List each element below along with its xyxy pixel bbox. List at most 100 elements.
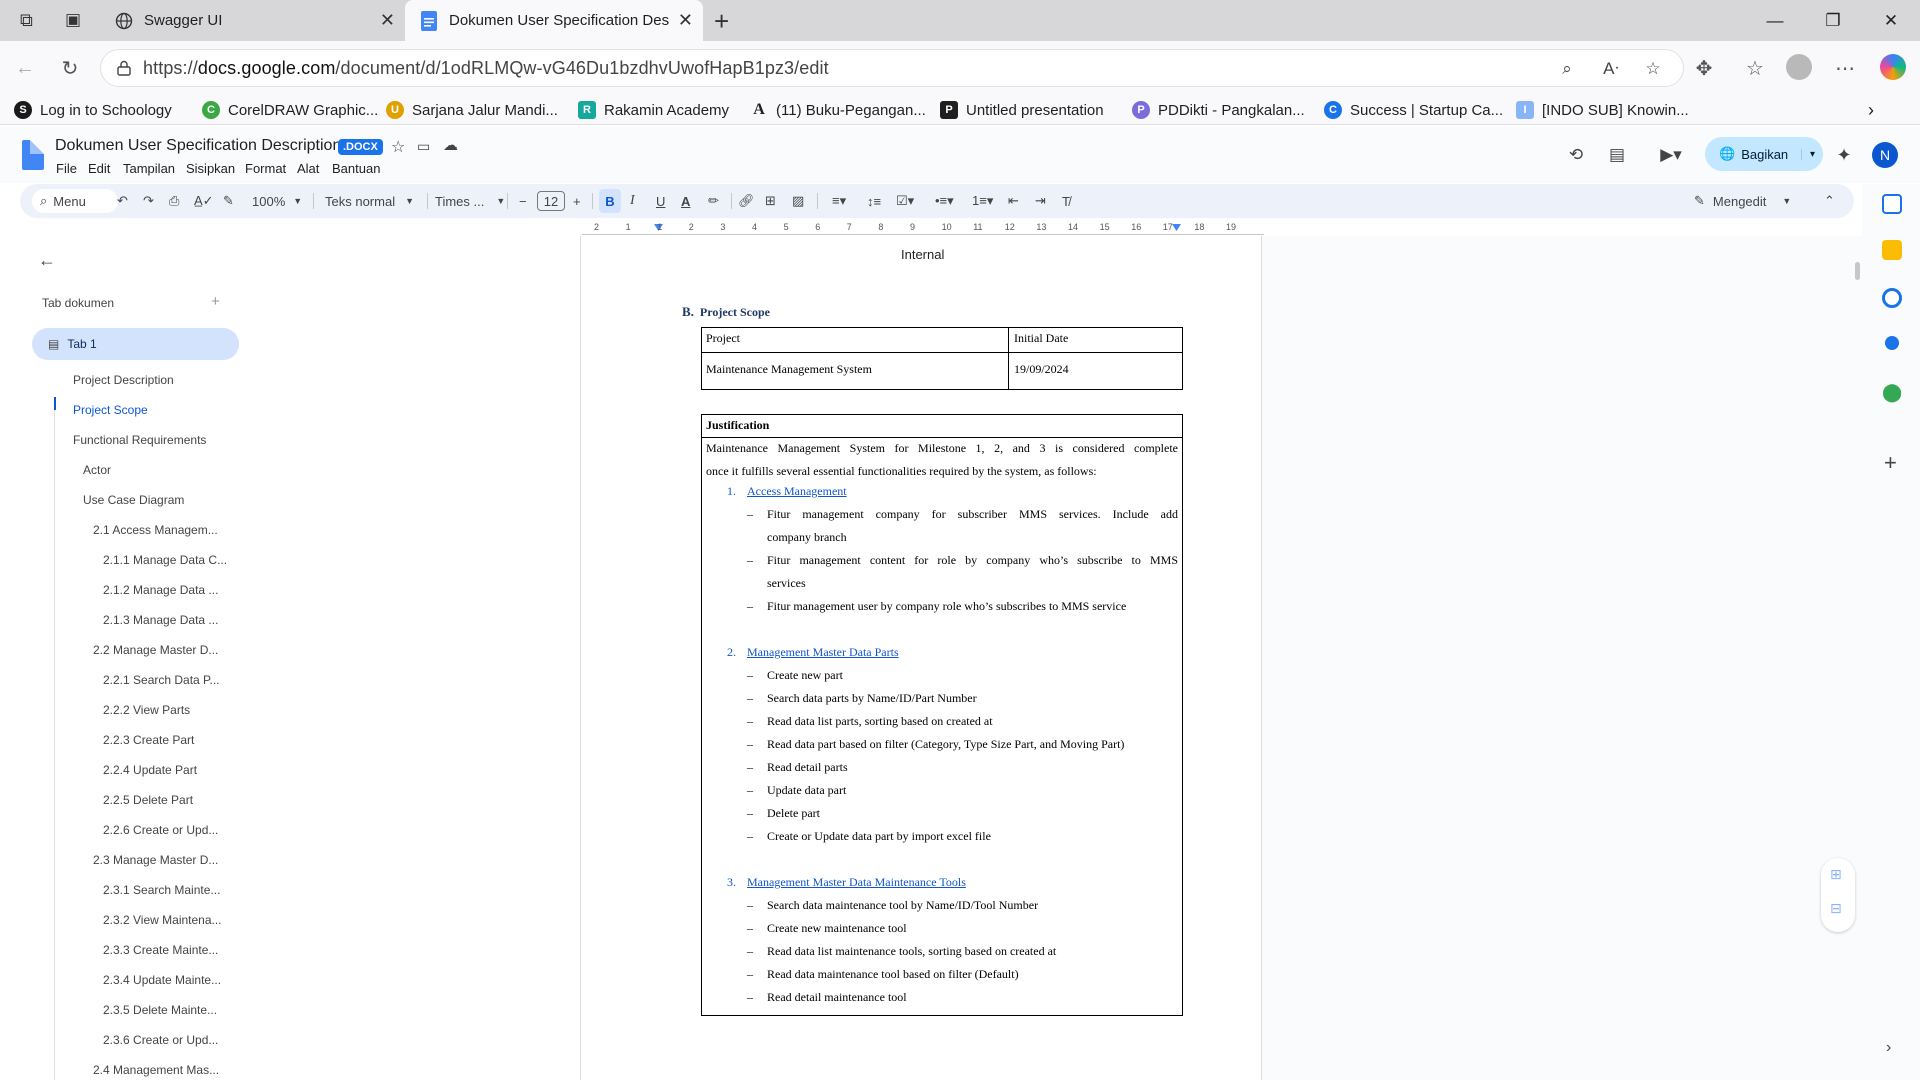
outline-item[interactable]: 2.4 Management Mas... bbox=[93, 1063, 219, 1077]
outline-item[interactable]: 2.2.6 Create or Upd... bbox=[103, 823, 218, 837]
new-tab-icon[interactable]: + bbox=[714, 6, 729, 37]
calendar-icon[interactable] bbox=[1882, 194, 1902, 214]
increase-indent-icon[interactable]: ⇥ bbox=[1035, 184, 1046, 218]
tasks-icon[interactable] bbox=[1882, 288, 1902, 308]
outline-item[interactable]: 2.2.2 View Parts bbox=[103, 703, 190, 717]
numbered-list-icon[interactable]: 1≡▾ bbox=[972, 184, 993, 218]
section-link[interactable]: Management Master Data Parts bbox=[747, 645, 899, 660]
zoom-select[interactable]: 100% ▼ bbox=[252, 184, 302, 218]
decrease-font-size-icon[interactable]: − bbox=[519, 184, 527, 218]
outline-item[interactable]: 2.1 Access Managem... bbox=[93, 523, 218, 537]
menu-view[interactable]: Tampilan bbox=[123, 161, 175, 176]
meet-icon[interactable]: ▶▾ bbox=[1651, 144, 1691, 166]
bookmark-item[interactable]: R Rakamin Academy bbox=[578, 98, 729, 122]
contacts-icon[interactable] bbox=[1885, 336, 1899, 350]
outline-item[interactable]: 2.1.3 Manage Data ... bbox=[103, 613, 218, 627]
outline-item[interactable]: 2.3 Manage Master D... bbox=[93, 853, 218, 867]
bookmark-item[interactable]: I [INDO SUB] Knowin... bbox=[1516, 98, 1689, 122]
outline-item[interactable]: 2.2 Manage Master D... bbox=[93, 643, 218, 657]
right-margin-marker-icon[interactable] bbox=[1172, 224, 1181, 231]
add-addon-icon[interactable]: + bbox=[1884, 450, 1897, 476]
bulleted-list-icon[interactable]: •≡▾ bbox=[935, 184, 954, 218]
bookmark-item[interactable]: P Untitled presentation bbox=[940, 98, 1104, 122]
outline-item[interactable]: 2.3.4 Update Mainte... bbox=[103, 973, 221, 987]
outline-item[interactable]: 2.1.1 Manage Data C... bbox=[103, 553, 227, 567]
back-arrow-icon[interactable]: ← bbox=[38, 250, 56, 271]
outline-item[interactable]: 2.3.1 Search Mainte... bbox=[103, 883, 220, 897]
menu-help[interactable]: Bantuan bbox=[332, 161, 380, 176]
history-icon[interactable]: ⟲ bbox=[1564, 144, 1588, 166]
align-icon[interactable]: ≡▾ bbox=[832, 184, 846, 218]
clear-formatting-icon[interactable]: T̸ bbox=[1062, 184, 1070, 218]
collapse-menus-icon[interactable]: ⌃ bbox=[1824, 184, 1835, 218]
site-info-icon[interactable] bbox=[115, 59, 133, 82]
keep-icon[interactable] bbox=[1882, 240, 1902, 260]
outline-item[interactable]: 2.2.5 Delete Part bbox=[103, 793, 193, 807]
zoom-icon[interactable]: ⌕ bbox=[1555, 58, 1579, 80]
bookmark-item[interactable]: A (11) Buku-Pegangan... bbox=[750, 98, 926, 122]
document-page[interactable]: Internal B. Project Scope Project Initial… bbox=[580, 236, 1262, 1080]
gemini-icon[interactable]: ✦ bbox=[1832, 144, 1856, 166]
style-select[interactable]: Teks normal ▼ bbox=[325, 184, 417, 218]
highlight-icon[interactable]: ✏ bbox=[708, 184, 719, 218]
maps-icon[interactable]: ⬤ bbox=[1882, 382, 1902, 402]
minimize-icon[interactable]: — bbox=[1746, 0, 1804, 41]
star-icon[interactable]: ☆ bbox=[391, 137, 405, 157]
decrease-indent-icon[interactable]: ⇤ bbox=[1008, 184, 1019, 218]
read-aloud-icon[interactable]: Aᐧ bbox=[1599, 58, 1623, 80]
undo-icon[interactable]: ↶ bbox=[117, 184, 128, 218]
outline-item[interactable]: 2.3.6 Create or Upd... bbox=[103, 1033, 218, 1047]
close-window-icon[interactable]: ✕ bbox=[1862, 0, 1920, 41]
menu-insert[interactable]: Sisipkan bbox=[186, 161, 235, 176]
docs-logo-icon[interactable] bbox=[22, 140, 44, 170]
outline-item[interactable]: 2.2.3 Create Part bbox=[103, 733, 194, 747]
outline-item[interactable]: 2.1.2 Manage Data ... bbox=[103, 583, 218, 597]
outline-item[interactable]: 2.2.4 Update Part bbox=[103, 763, 197, 777]
outline-item[interactable]: 2.3.5 Delete Mainte... bbox=[103, 1003, 217, 1017]
outline-item[interactable]: Actor bbox=[83, 463, 111, 477]
checklist-icon[interactable]: ☑▾ bbox=[896, 184, 914, 218]
suggest-edit-icon[interactable]: ⊟ bbox=[1830, 900, 1842, 917]
share-button[interactable]: 🌐 Bagikan ▾ bbox=[1705, 137, 1823, 171]
close-tab-icon[interactable]: ✕ bbox=[678, 10, 693, 31]
tab-swagger[interactable]: Swagger UI ✕ bbox=[100, 0, 405, 41]
bookmark-item[interactable]: S Log in to Schoology bbox=[14, 98, 172, 122]
bookmark-item[interactable]: C CorelDRAW Graphic... bbox=[202, 98, 378, 122]
editing-mode-select[interactable]: ✎ Mengedit ▼ bbox=[1694, 184, 1804, 218]
text-color-icon[interactable]: A bbox=[681, 184, 690, 218]
add-tab-icon[interactable]: + bbox=[211, 293, 220, 310]
close-tab-icon[interactable]: ✕ bbox=[380, 10, 395, 31]
outline-item[interactable]: 2.3.2 View Maintena... bbox=[103, 913, 222, 927]
font-size-field[interactable]: 12 bbox=[537, 191, 565, 211]
address-bar[interactable]: https://docs.google.com/document/d/1odRL… bbox=[100, 49, 1684, 87]
print-icon[interactable]: ⎙ bbox=[169, 184, 179, 218]
document-title[interactable]: Dokumen User Specification Description bbox=[55, 137, 341, 155]
outline-item[interactable]: Functional Requirements bbox=[73, 433, 206, 447]
tab-1[interactable]: ▤ Tab 1 bbox=[32, 328, 239, 360]
section-link[interactable]: Access Management bbox=[747, 484, 847, 499]
chevron-right-icon[interactable]: › bbox=[1886, 1039, 1891, 1057]
workspaces-icon[interactable]: ⧉ bbox=[20, 10, 42, 32]
underline-icon[interactable]: U bbox=[656, 184, 665, 218]
bookmark-item[interactable]: P PDDikti - Pangkalan... bbox=[1132, 98, 1305, 122]
outline-item[interactable]: 2.3.3 Create Mainte... bbox=[103, 943, 218, 957]
menu-format[interactable]: Format bbox=[245, 161, 286, 176]
spellcheck-icon[interactable]: A̲✓ bbox=[194, 184, 214, 218]
back-icon[interactable]: ← bbox=[10, 53, 40, 83]
favorites-icon[interactable]: ☆ bbox=[1740, 53, 1770, 83]
bold-icon[interactable]: B bbox=[599, 189, 621, 213]
redo-icon[interactable]: ↷ bbox=[143, 184, 154, 218]
outline-item[interactable]: Use Case Diagram bbox=[83, 493, 184, 507]
increase-font-size-icon[interactable]: + bbox=[573, 184, 581, 218]
outline-item[interactable]: 2.2.1 Search Data P... bbox=[103, 673, 220, 687]
reload-icon[interactable]: ↻ bbox=[55, 53, 85, 83]
copilot-icon[interactable] bbox=[1880, 54, 1906, 80]
tab-docs[interactable]: Dokumen User Specification Desc ✕ bbox=[405, 0, 703, 41]
add-comment-icon[interactable]: ⊞ bbox=[765, 184, 776, 218]
cloud-status-icon[interactable]: ☁ bbox=[443, 136, 458, 154]
favorite-star-icon[interactable]: ☆ bbox=[1641, 58, 1665, 80]
link-icon[interactable]: 🔗︎ bbox=[738, 184, 755, 218]
outline-item[interactable]: Project Description bbox=[73, 373, 174, 387]
extensions-icon[interactable]: ✥ bbox=[1689, 53, 1719, 83]
vertical-tabs-icon[interactable]: ▣ bbox=[65, 10, 87, 32]
